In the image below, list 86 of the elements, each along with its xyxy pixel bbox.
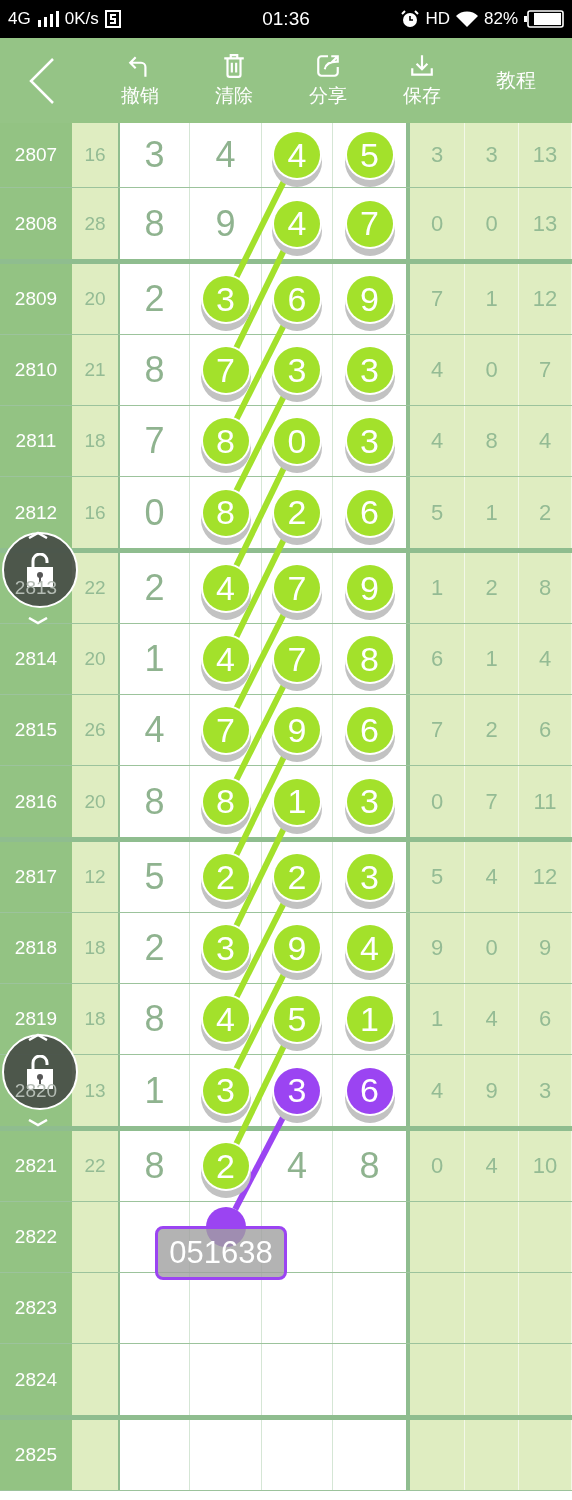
stat-cell: 8 xyxy=(519,553,572,623)
trash-icon xyxy=(221,52,247,79)
sum-cell: 22 xyxy=(72,553,120,623)
stat-cell: 6 xyxy=(519,695,572,765)
stat-cell: 12 xyxy=(519,264,572,334)
wifi-icon xyxy=(456,10,478,28)
stat-cell: 4 xyxy=(410,335,465,405)
hd-indicator: HD xyxy=(425,9,450,29)
sum-cell: 28 xyxy=(72,188,120,259)
stat-cell: 3 xyxy=(465,123,519,187)
empty-cell xyxy=(410,1420,465,1490)
stat-cell: 9 xyxy=(465,1055,519,1126)
stat-cell: 1 xyxy=(410,984,465,1054)
download-icon xyxy=(409,52,435,79)
stat-cell: 0 xyxy=(410,188,465,259)
sum-cell: 18 xyxy=(72,984,120,1054)
stat-cell: 0 xyxy=(410,766,465,837)
toolbar-button[interactable]: 撤销 xyxy=(93,38,187,123)
stat-cell: 7 xyxy=(465,766,519,837)
stat-cell: 8 xyxy=(465,406,519,476)
sim-card-icon xyxy=(104,10,121,28)
toolbar-button[interactable]: 清除 xyxy=(187,38,281,123)
stat-cell: 0 xyxy=(410,1131,465,1201)
stat-cell: 4 xyxy=(519,406,572,476)
network-speed: 0K/s xyxy=(64,9,99,29)
stat-cell: 1 xyxy=(410,553,465,623)
sum-cell: 22 xyxy=(72,1131,120,1201)
stat-cell: 1 xyxy=(465,624,519,694)
stat-cell: 2 xyxy=(465,695,519,765)
stat-cell: 4 xyxy=(519,624,572,694)
stat-cell: 4 xyxy=(410,1055,465,1126)
stat-cell: 4 xyxy=(465,984,519,1054)
stat-cell: 9 xyxy=(410,913,465,983)
stat-cell: 6 xyxy=(519,984,572,1054)
empty-cell xyxy=(72,1420,120,1490)
back-icon xyxy=(28,56,56,105)
stat-cell: 5 xyxy=(410,842,465,912)
chevron-up-icon[interactable] xyxy=(28,1033,48,1041)
stat-cell: 6 xyxy=(410,624,465,694)
sum-cell: 12 xyxy=(72,842,120,912)
empty-cell xyxy=(465,1420,519,1490)
stat-cell: 13 xyxy=(519,123,572,187)
stat-cell: 2 xyxy=(519,477,572,548)
number-tag[interactable]: 051638 xyxy=(155,1226,287,1280)
sum-cell: 26 xyxy=(72,695,120,765)
sum-cell: 20 xyxy=(72,624,120,694)
empty-cell xyxy=(519,1420,572,1490)
stat-cell: 12 xyxy=(519,842,572,912)
stat-cell: 11 xyxy=(519,766,572,837)
stat-cell: 10 xyxy=(519,1131,572,1201)
stat-cell: 7 xyxy=(519,335,572,405)
sum-cell: 16 xyxy=(72,123,120,187)
tutorial-button[interactable]: 教程 xyxy=(469,38,563,123)
clock-time: 01:36 xyxy=(262,8,310,30)
sum-cell: 13 xyxy=(72,1055,120,1126)
stat-cell: 7 xyxy=(410,264,465,334)
stat-cell: 7 xyxy=(410,695,465,765)
sum-cell: 20 xyxy=(72,766,120,837)
stat-cell: 0 xyxy=(465,335,519,405)
stat-cell: 9 xyxy=(519,913,572,983)
stat-cell: 1 xyxy=(465,264,519,334)
stat-cell: 3 xyxy=(410,123,465,187)
stat-cell: 4 xyxy=(410,406,465,476)
sum-cell: 21 xyxy=(72,335,120,405)
stat-cell: 0 xyxy=(465,913,519,983)
toolbar-button[interactable]: 保存 xyxy=(375,38,469,123)
stat-cell: 2 xyxy=(465,553,519,623)
stat-cell: 1 xyxy=(465,477,519,548)
sum-cell: 20 xyxy=(72,264,120,334)
stat-cell: 0 xyxy=(465,188,519,259)
stat-cell: 5 xyxy=(410,477,465,548)
battery-percent: 82% xyxy=(484,9,518,29)
stat-cell: 3 xyxy=(519,1055,572,1126)
stat-cell: 4 xyxy=(465,1131,519,1201)
sum-cell: 18 xyxy=(72,913,120,983)
share-icon xyxy=(315,52,341,79)
battery-icon xyxy=(524,10,564,28)
chevron-up-icon[interactable] xyxy=(28,531,48,539)
alarm-icon xyxy=(401,10,420,28)
signal-icon xyxy=(36,11,59,27)
toolbar-button[interactable]: 分享 xyxy=(281,38,375,123)
sum-cell: 18 xyxy=(72,406,120,476)
stat-cell: 4 xyxy=(465,842,519,912)
stat-cell: 13 xyxy=(519,188,572,259)
sum-cell: 16 xyxy=(72,477,120,548)
network-type: 4G xyxy=(8,9,31,29)
